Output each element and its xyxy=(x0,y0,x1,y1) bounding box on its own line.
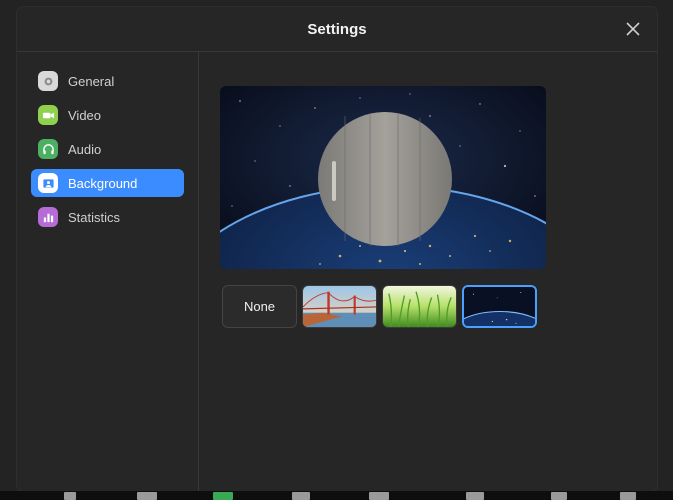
gear-icon xyxy=(38,71,58,91)
sidebar-item-label: Statistics xyxy=(68,209,121,225)
background-options: None xyxy=(222,285,537,328)
sidebar-item-label: Audio xyxy=(68,141,102,157)
sidebar-item-label: Video xyxy=(68,107,102,123)
sidebar-item-label: Background xyxy=(68,175,138,191)
dialog-titlebar: Settings xyxy=(17,7,657,52)
bar-chart-icon xyxy=(38,207,58,227)
participants-icon[interactable] xyxy=(137,492,157,500)
background-option-none[interactable]: None xyxy=(222,285,297,328)
background-option-golden-gate[interactable] xyxy=(302,285,377,328)
close-icon[interactable] xyxy=(623,19,643,39)
dialog-title: Settings xyxy=(307,20,367,38)
settings-sidebar: General Video Audio Background Statistic… xyxy=(17,52,199,491)
meeting-toolbar xyxy=(0,491,673,500)
reactions-icon[interactable] xyxy=(551,492,567,500)
background-option-grass[interactable] xyxy=(382,285,457,328)
background-icon xyxy=(38,173,58,193)
sidebar-item-video[interactable]: Video xyxy=(31,101,184,129)
headphones-icon xyxy=(38,139,58,159)
sidebar-item-background[interactable]: Background xyxy=(31,169,184,197)
closed-caption-icon[interactable] xyxy=(369,492,389,500)
sidebar-item-general[interactable]: General xyxy=(31,67,184,95)
background-option-earth[interactable] xyxy=(462,285,537,328)
background-preview xyxy=(220,86,546,269)
chat-icon[interactable] xyxy=(292,492,310,500)
background-panel: None xyxy=(200,52,657,491)
sidebar-item-audio[interactable]: Audio xyxy=(31,135,184,163)
settings-icon[interactable] xyxy=(620,492,636,500)
sidebar-item-label: General xyxy=(68,73,115,89)
settings-dialog: Settings General Video Audio Background … xyxy=(17,7,657,491)
share-screen-icon[interactable] xyxy=(213,492,233,500)
background-option-label: None xyxy=(243,299,276,314)
mute-icon[interactable] xyxy=(64,492,76,500)
video-camera-icon xyxy=(38,105,58,125)
sidebar-item-statistics[interactable]: Statistics xyxy=(31,203,184,231)
apps-icon[interactable] xyxy=(466,492,484,500)
